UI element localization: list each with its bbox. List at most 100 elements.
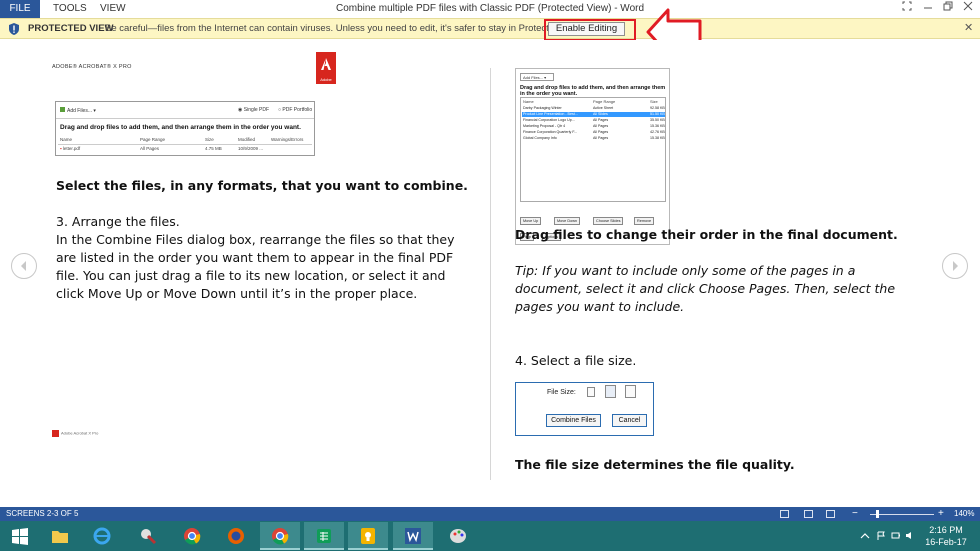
footer-logo-text: Adobe Acrobat X Pro <box>61 430 99 436</box>
caption-drag-files: Drag files to change their order in the … <box>515 227 898 242</box>
paint-palette-button[interactable] <box>438 522 478 550</box>
table-cell: 15.36 KB <box>650 124 665 128</box>
cancel-button: Cancel <box>612 414 647 427</box>
add-files-button: Add Files... ▾ <box>520 73 554 81</box>
chrome-icon <box>184 528 201 545</box>
column-header: Warnings/Errors <box>271 137 304 142</box>
table-row: Marketing Proposal - Qtr 4 All Pages 15.… <box>522 124 665 129</box>
column-header: Modified <box>238 137 256 142</box>
zoom-in-button[interactable]: + <box>938 507 944 521</box>
single-pdf-option: ◉ Single PDF <box>238 107 270 113</box>
zoom-slider-thumb[interactable] <box>876 510 879 518</box>
pdf-portfolio-option: ○ PDF Portfolio <box>278 107 313 113</box>
single-pdf-label: Single PDF <box>243 107 270 113</box>
clock-time: 2:16 PM <box>929 525 963 535</box>
tools-menu[interactable]: TOOLS <box>53 0 87 18</box>
fullscreen-icon[interactable] <box>897 0 917 18</box>
column-header: Size <box>650 99 658 104</box>
zoom-level[interactable]: 140% <box>954 507 974 521</box>
paint-app-button[interactable] <box>128 522 168 550</box>
pdf-portfolio-label: PDF Portfolio <box>282 107 313 113</box>
minimize-icon[interactable] <box>918 0 938 18</box>
file-size-screenshot: File Size: Combine Files Cancel <box>515 382 654 436</box>
word-app-button[interactable] <box>393 522 433 550</box>
enable-editing-button[interactable]: Enable Editing <box>548 22 625 36</box>
zoom-out-button[interactable]: − <box>852 507 858 521</box>
move-up-button: Move Up <box>520 217 542 225</box>
step-4-heading: 4. Select a file size. <box>515 353 637 368</box>
table-row: Global Company Info All Pages 15.38 KB <box>522 136 665 141</box>
table-cell: All Pages <box>593 136 609 140</box>
add-files-icon <box>60 107 65 112</box>
speaker-icon[interactable] <box>905 531 915 540</box>
arrow-right-icon <box>953 261 958 271</box>
file-size-label: File Size: <box>547 389 576 396</box>
view-menu[interactable]: VIEW <box>100 0 126 18</box>
windows-taskbar: 2:16 PM 16-Feb-17 <box>0 521 980 551</box>
restore-icon[interactable] <box>938 0 958 18</box>
chevron-up-icon[interactable] <box>860 531 870 540</box>
file-small-icon <box>587 387 595 397</box>
chrome-window-button[interactable] <box>260 522 300 550</box>
column-header: Page Range <box>140 137 166 142</box>
title-bar: FILE TOOLS VIEW Combine multiple PDF fil… <box>0 0 980 18</box>
tip-text: Tip: If you want to include only some of… <box>515 263 896 314</box>
acrobat-brand: ADOBE® ACROBAT® X PRO <box>52 64 132 70</box>
file-tab[interactable]: FILE <box>0 0 40 18</box>
table-cell: All Pages <box>593 118 609 122</box>
web-layout-icon[interactable] <box>826 510 835 518</box>
chrome-button[interactable] <box>172 522 212 550</box>
clock-date: 16-Feb-17 <box>925 537 967 547</box>
column-header: Name <box>60 137 73 142</box>
protected-view-label: PROTECTED VIEW <box>28 23 114 34</box>
file-explorer-button[interactable] <box>40 522 80 550</box>
sheets-app-button[interactable] <box>304 522 344 550</box>
adobe-small-logo-icon <box>52 430 59 437</box>
print-layout-icon[interactable] <box>804 510 813 518</box>
flag-icon[interactable] <box>876 531 886 540</box>
table-cell: 92.58 KB <box>650 106 665 110</box>
column-header: Page Range <box>593 99 616 104</box>
battery-icon[interactable] <box>891 531 901 540</box>
firefox-button[interactable] <box>216 522 256 550</box>
start-button[interactable] <box>0 522 40 550</box>
table-cell: Finance Corporation Quarterly F... <box>523 130 578 134</box>
adobe-logo-word: Adobe <box>320 77 332 82</box>
close-bar-icon[interactable]: ✕ <box>964 19 973 38</box>
table-cell: Product Line Presentation - Best... <box>523 112 578 116</box>
close-icon[interactable] <box>958 0 978 18</box>
file-name-cell: ▪ letter.pdf <box>60 146 80 151</box>
zoom-slider-track[interactable] <box>870 514 934 515</box>
add-files-button: Add Files... ▾ <box>60 107 96 114</box>
internet-explorer-button[interactable] <box>82 522 122 550</box>
table-row: ▪ letter.pdf All Pages 4.75 MB 10/9/2009… <box>58 146 312 154</box>
arrange-files-screenshot: Add Files... ▾ Drag and drop files to ad… <box>515 68 670 245</box>
file-table-header: Name Page Range Size Modified Warnings/E… <box>58 137 312 145</box>
next-page-button[interactable] <box>942 253 968 279</box>
table-cell: Active Sheet <box>593 106 614 110</box>
drag-instructions: Drag and drop files to add them, and the… <box>60 124 301 131</box>
table-cell: All Slides <box>593 112 608 116</box>
table-row: Financial Corporation Logo Up... All Pag… <box>522 118 665 123</box>
chrome-icon <box>272 528 289 545</box>
system-clock[interactable]: 2:16 PM 16-Feb-17 <box>920 524 972 548</box>
table-cell: 4.75 MB <box>205 146 222 151</box>
table-cell: 10/9/2009 ... <box>238 146 264 151</box>
palette-icon <box>450 529 466 543</box>
table-cell: All Pages <box>593 130 609 134</box>
file-name: letter.pdf <box>62 146 81 151</box>
keep-app-button[interactable] <box>348 522 388 550</box>
step-3-body: In the Combine Files dialog box, rearran… <box>56 232 455 301</box>
read-mode-icon[interactable] <box>780 510 789 518</box>
shield-icon <box>9 23 19 35</box>
table-cell: 15.38 KB <box>650 136 665 140</box>
combine-files-screenshot: Add Files... ▾ ◉ Single PDF ○ PDF Portfo… <box>55 101 315 156</box>
choose-slides-button: Choose Slides <box>593 217 624 225</box>
previous-page-button[interactable] <box>11 253 37 279</box>
window-title: Combine multiple PDF files with Classic … <box>335 3 645 14</box>
table-cell: 51.50 KB <box>650 112 665 116</box>
table-cell: All Pages <box>140 146 160 151</box>
document-area: ADOBE® ACROBAT® X PRO Adobe Add Files...… <box>0 40 980 507</box>
screenshot-toolbar: Add Files... ▾ ◉ Single PDF ○ PDF Portfo… <box>56 102 314 119</box>
table-row: Darby Packaging Winter Active Sheet 92.5… <box>522 106 665 111</box>
